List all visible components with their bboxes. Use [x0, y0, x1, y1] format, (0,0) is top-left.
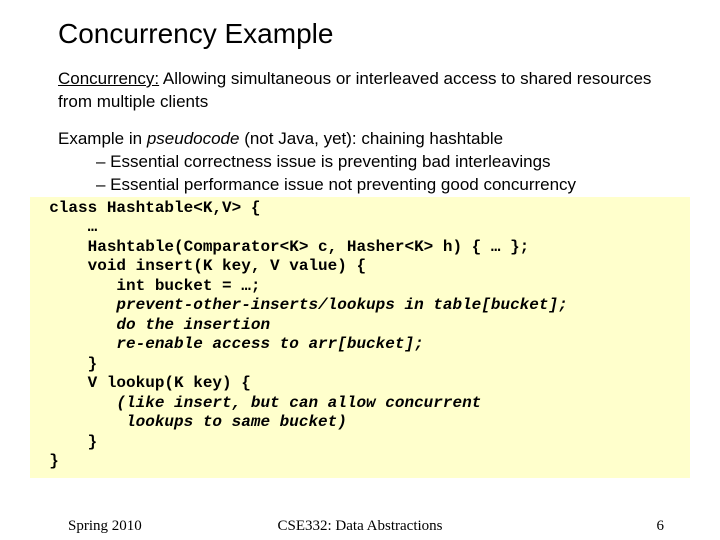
code-line: prevent-other-inserts/lookups in table[b… — [30, 296, 568, 314]
footer-page-number: 6 — [657, 518, 665, 535]
code-line: void insert(K key, V value) { — [30, 257, 366, 275]
example-post: (not Java, yet): chaining hashtable — [239, 129, 503, 148]
slide: Concurrency Example Concurrency: Allowin… — [0, 0, 720, 540]
concurrency-definition: Concurrency: Allowing simultaneous or in… — [58, 68, 670, 114]
code-line: V lookup(K key) { — [30, 374, 251, 392]
code-line: } — [30, 355, 97, 373]
code-line: int bucket = …; — [30, 277, 260, 295]
code-line: } — [30, 452, 59, 470]
code-line: Hashtable(Comparator<K> c, Hasher<K> h) … — [30, 238, 529, 256]
slide-title: Concurrency Example — [58, 18, 670, 50]
code-line: do the insertion — [30, 316, 270, 334]
code-block: class Hashtable<K,V> { … Hashtable(Compa… — [30, 197, 690, 478]
code-line: re-enable access to arr[bucket]; — [30, 335, 424, 353]
slide-body: Concurrency: Allowing simultaneous or in… — [58, 68, 670, 478]
code-line: … — [30, 218, 97, 236]
bullet-performance: – Essential performance issue not preven… — [58, 174, 670, 197]
bullet-correctness: – Essential correctness issue is prevent… — [58, 151, 670, 174]
code-line: } — [30, 433, 97, 451]
example-pre: Example in — [58, 129, 147, 148]
pseudocode-word: pseudocode — [147, 129, 240, 148]
code-line: (like insert, but can allow concurrent — [30, 394, 491, 412]
code-line: class Hashtable<K,V> { — [30, 199, 260, 217]
term-concurrency: Concurrency: — [58, 69, 159, 88]
code-line: lookups to same bucket) — [30, 413, 347, 431]
example-intro: Example in pseudocode (not Java, yet): c… — [58, 128, 670, 151]
footer-course: CSE332: Data Abstractions — [0, 518, 720, 535]
